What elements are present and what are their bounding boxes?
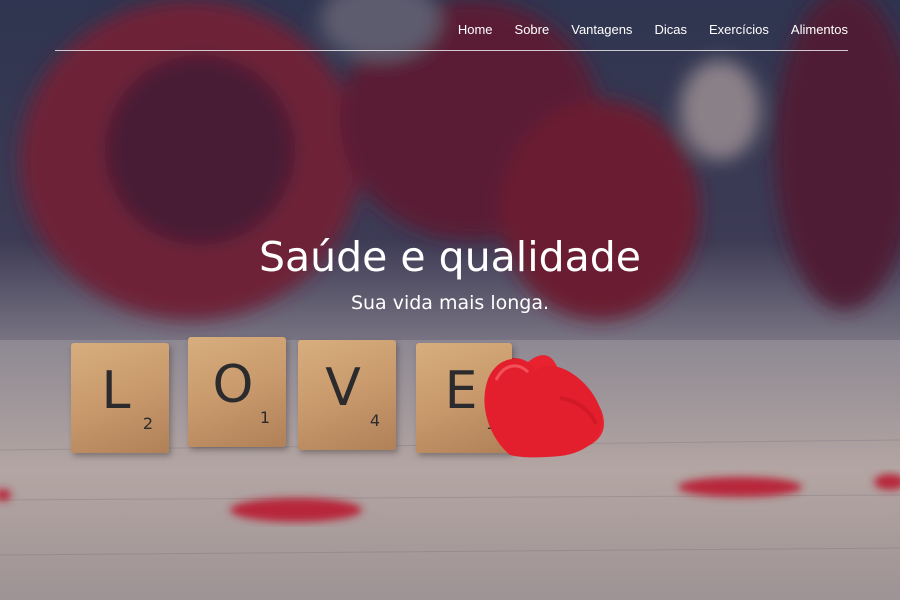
nav-item-sobre: Sobre — [515, 22, 550, 38]
nav-item-dicas: Dicas — [654, 22, 687, 38]
nav-link-vantagens[interactable]: Vantagens — [571, 22, 632, 38]
nav-menu: Home Sobre Vantagens Dicas Exercícios Al… — [436, 22, 848, 38]
nav-item-exercicios: Exercícios — [709, 22, 769, 38]
letter-tile-e: E 1 — [416, 343, 512, 453]
tile-letter: V — [325, 358, 361, 418]
hero-title: Saúde e qualidade — [259, 233, 641, 281]
nav-link-alimentos[interactable]: Alimentos — [791, 22, 848, 38]
nav-link-exercicios[interactable]: Exercícios — [709, 22, 769, 38]
nav-item-vantagens: Vantagens — [571, 22, 632, 38]
letter-tile-o: O 1 — [188, 337, 286, 447]
tile-score: 2 — [142, 414, 153, 433]
tile-score: 1 — [485, 414, 496, 433]
top-navigation: Home Sobre Vantagens Dicas Exercícios Al… — [55, 0, 848, 51]
nav-link-sobre[interactable]: Sobre — [515, 22, 550, 38]
tile-score: 1 — [259, 408, 270, 427]
nav-item-alimentos: Alimentos — [791, 22, 848, 38]
nav-item-home: Home — [458, 22, 493, 38]
nav-link-dicas[interactable]: Dicas — [654, 22, 687, 38]
tile-score: 4 — [369, 411, 380, 430]
nav-link-home[interactable]: Home — [458, 22, 493, 38]
tile-letter: L — [101, 361, 131, 421]
hero-section: Home Sobre Vantagens Dicas Exercícios Al… — [0, 0, 900, 600]
hero-subtitle: Sua vida mais longa. — [350, 292, 550, 314]
letter-tile-v: V 4 — [298, 340, 396, 450]
tile-letter: O — [212, 355, 254, 415]
tile-letter: E — [444, 361, 478, 421]
letter-tile-l: L 2 — [71, 343, 169, 453]
